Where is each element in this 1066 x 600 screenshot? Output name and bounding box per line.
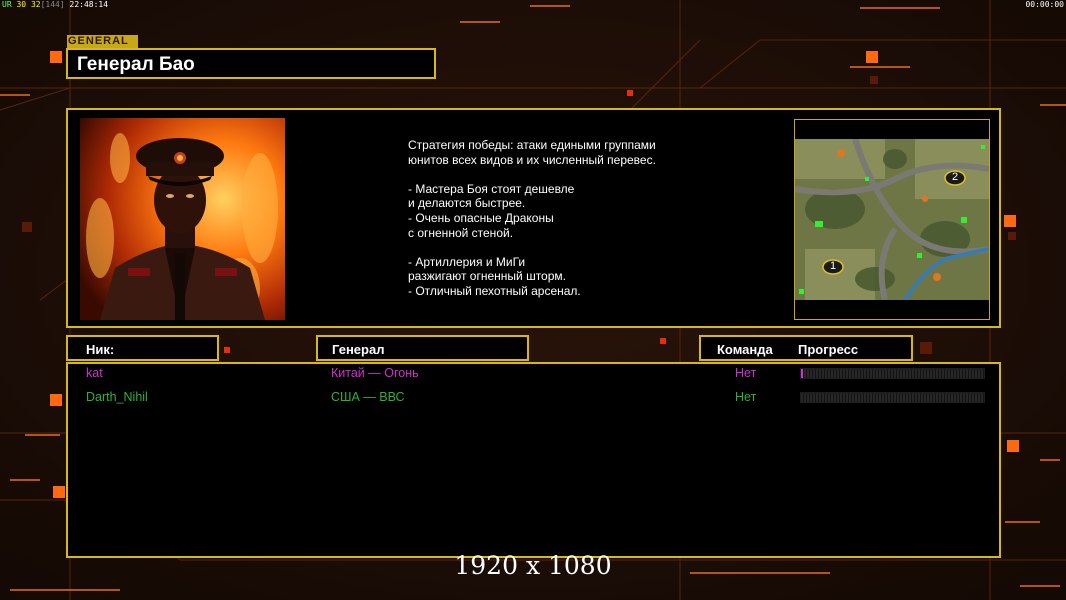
column-header-team-progress: Команда Прогресс [699, 335, 913, 361]
player-general: Китай — Огонь [331, 366, 419, 380]
player-progress-bar [800, 368, 985, 379]
progress-header-label: Прогресс [798, 342, 859, 357]
fps-cap: [144] [40, 0, 65, 9]
fps-value: 30 [16, 0, 27, 9]
clock: 22:48:14 [69, 0, 109, 9]
player-team: Нет [735, 390, 757, 404]
ur-label: UR [2, 0, 12, 9]
column-header-nick: Ник: [66, 335, 219, 361]
general-title: Генерал Бао [77, 54, 195, 75]
game-timer: 00:00:00 [1025, 0, 1064, 9]
player-nick: kat [86, 366, 103, 380]
nick-header-label: Ник: [86, 342, 115, 357]
start-position-2: 2 [952, 171, 959, 183]
player-team: Нет [735, 366, 757, 380]
player-general: США — ВВС [331, 390, 405, 404]
minimap[interactable]: 1 2 [795, 139, 989, 300]
general-portrait [80, 118, 285, 320]
general-header-label: Генерал [332, 342, 385, 357]
player-progress-bar [800, 392, 985, 403]
general-tag: GENERAL [67, 35, 138, 48]
start-position-1: 1 [830, 260, 837, 272]
title-panel: Генерал Бао [66, 48, 436, 79]
player-nick: Darth_Nihil [86, 390, 148, 404]
player-progress-fill [801, 369, 803, 378]
team-header-label: Команда [717, 342, 773, 357]
fps-value-2: 32 [30, 0, 41, 9]
general-description: Стратегия победы: атаки едиными группами… [408, 138, 656, 298]
column-header-general: Генерал [316, 335, 529, 361]
fps-counter: UR 30 32[144] 22:48:14 [2, 0, 108, 9]
resolution-label: 1920 x 1080 [454, 551, 612, 580]
